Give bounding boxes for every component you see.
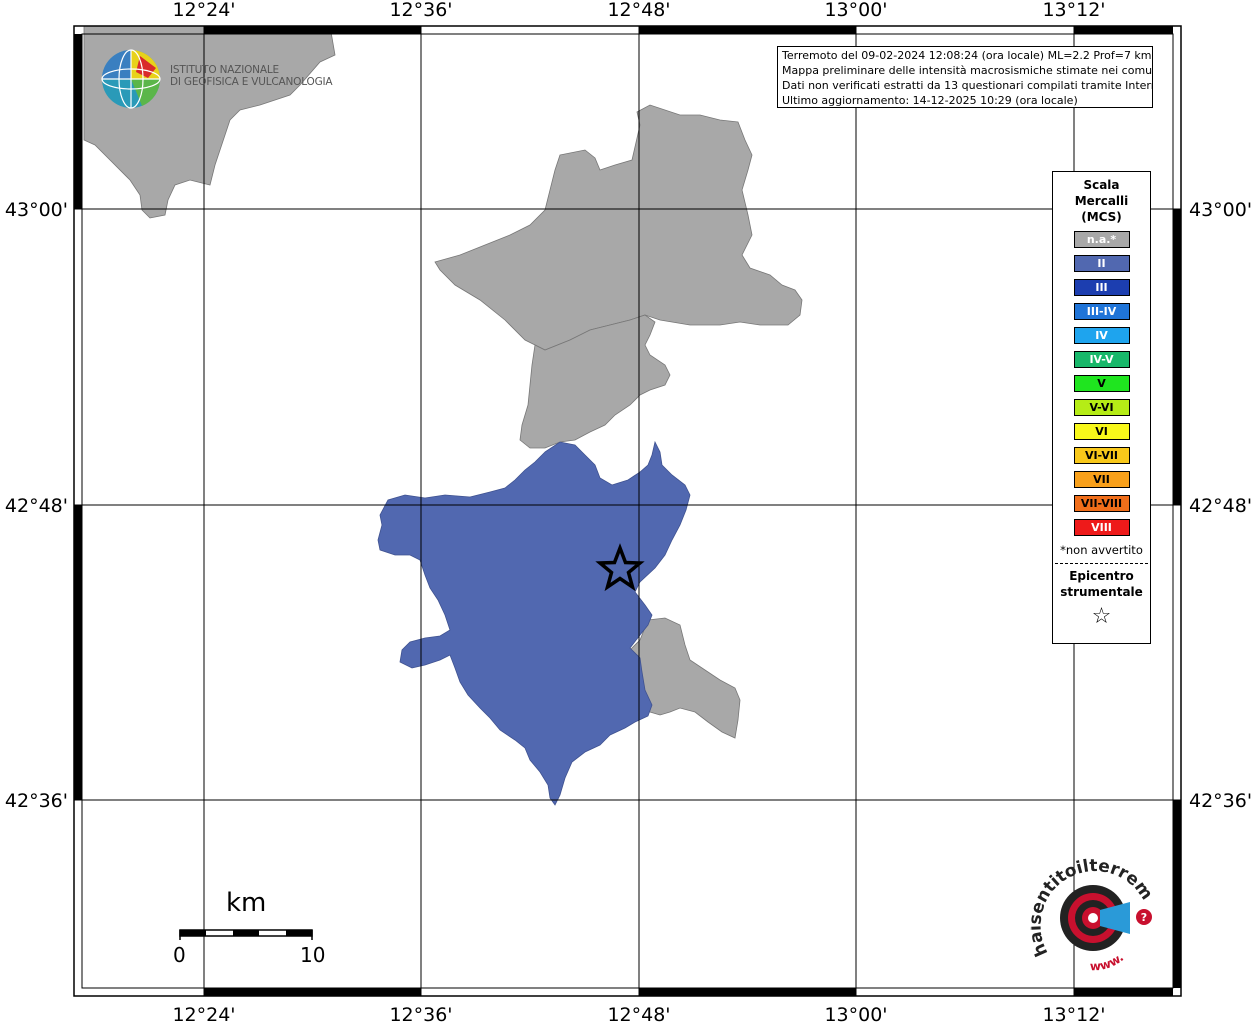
legend-items: n.a.* II III III-IV IV IV-V V V-VI VI VI-VII VII VI… (1053, 231, 1150, 536)
lon-label-top: 12°24' (172, 0, 235, 21)
event-info-line: Mappa preliminare delle intensità macros… (782, 64, 1153, 77)
legend-swatch: III-IV (1073, 303, 1130, 320)
event-info-line: Terremoto del 09-02-2024 12:08:24 (ora l… (782, 49, 1152, 62)
lon-label-top: 13°00' (824, 0, 887, 21)
legend-epicenter-label: Epicentro strumentale (1060, 569, 1143, 599)
lon-label-bottom: 13°00' (824, 1004, 887, 1024)
lon-label-bottom: 13°12' (1042, 1004, 1105, 1024)
ingv-logo: ISTITUTO NAZIONALE DI GEOFISICA E VULCAN… (100, 48, 333, 110)
legend-swatch: VIII (1073, 519, 1130, 536)
lon-label-top: 13°12' (1042, 0, 1105, 21)
lon-label-bottom: 12°36' (389, 1004, 452, 1024)
legend-star-icon: ☆ (1091, 604, 1112, 629)
legend-swatch: V-VI (1073, 399, 1130, 416)
scale-unit: km (226, 888, 267, 918)
lon-label-top: 12°36' (389, 0, 452, 21)
legend-swatch: VII-VIII (1073, 495, 1130, 512)
scale-end: 10 (300, 943, 326, 967)
svg-text:?: ? (1141, 911, 1147, 924)
lon-label-bottom: 12°48' (607, 1004, 670, 1024)
legend-swatch: IV-V (1073, 351, 1130, 368)
lat-label-right: 42°36' (1189, 790, 1252, 812)
ingv-name-line2: DI GEOFISICA E VULCANOLOGIA (170, 76, 333, 88)
legend-title: Scala Mercalli (MCS) (1074, 178, 1129, 224)
ingv-name-line1: ISTITUTO NAZIONALE (170, 64, 279, 76)
legend-swatch: II (1073, 255, 1130, 272)
lat-label-left: 42°36' (5, 790, 68, 812)
legend-divider (1055, 563, 1148, 564)
lat-label-left: 43°00' (5, 199, 68, 221)
legend-swatch: III (1073, 279, 1130, 296)
event-info-line: Ultimo aggiornamento: 14-12-2025 10:29 (… (782, 94, 1078, 107)
lat-label-left: 42°48' (5, 495, 68, 517)
lon-label-top: 12°48' (607, 0, 670, 21)
scale-start: 0 (173, 943, 186, 967)
legend-swatch: VII (1073, 471, 1130, 488)
lon-label-bottom: 12°24' (172, 1004, 235, 1024)
legend-note: *non avvertito (1060, 543, 1143, 557)
legend-swatch: IV (1073, 327, 1130, 344)
lat-label-right: 42°48' (1189, 495, 1252, 517)
logo-www-text: www. (1090, 950, 1127, 973)
legend-swatch: VI (1073, 423, 1130, 440)
legend-swatch: V (1073, 375, 1130, 392)
intensity-legend: Scala Mercalli (MCS) n.a.* II III III-IV IV I… (1052, 171, 1151, 644)
lat-label-right: 43°00' (1189, 199, 1252, 221)
haisentito-logo[interactable]: haisentitoilterremoto.it www. ? (1024, 843, 1160, 983)
event-info-box: Terremoto del 09-02-2024 12:08:24 (ora l… (777, 46, 1153, 108)
legend-swatch: n.a.* (1073, 231, 1130, 248)
legend-swatch: VI-VII (1073, 447, 1130, 464)
event-info-line: Dati non verificati estratti da 13 quest… (782, 79, 1153, 92)
globe-icon (101, 49, 161, 109)
